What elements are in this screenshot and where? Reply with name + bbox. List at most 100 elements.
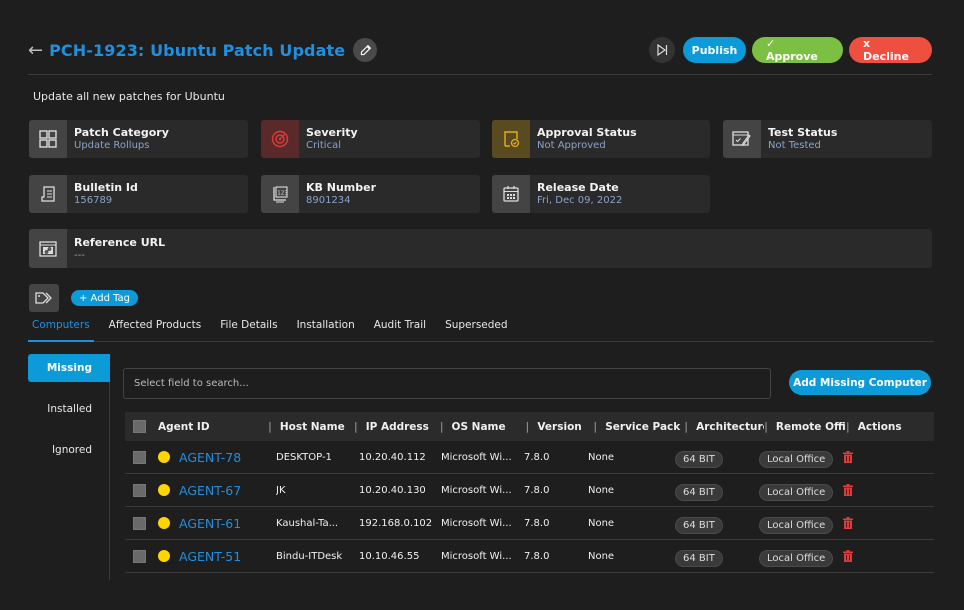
table-row[interactable]: AGENT-61 Kaushal-Ta... 192.168.0.102 Micros… xyxy=(125,507,934,540)
service-pack: None xyxy=(588,517,615,529)
page-title: PCH-1923: Ubuntu Patch Update xyxy=(49,40,346,60)
architecture-badge: 64 BIT xyxy=(675,516,723,534)
agent-cell: AGENT-78 xyxy=(158,450,276,465)
tab-superseded[interactable]: Superseded xyxy=(441,318,511,342)
agent-cell: AGENT-51 xyxy=(158,549,276,564)
agent-id-link[interactable]: AGENT-61 xyxy=(179,516,241,531)
os-name: Microsoft Wi... xyxy=(441,484,512,496)
scroll-icon xyxy=(29,175,67,213)
page-header: ← PCH-1923: Ubuntu Patch Update Publish … xyxy=(28,36,932,64)
row-checkbox[interactable] xyxy=(133,450,146,464)
nav-installed[interactable]: Installed xyxy=(28,395,110,423)
ip-address: 10.20.40.112 xyxy=(359,451,426,463)
status-nav: Missing Installed Ignored xyxy=(28,354,110,580)
add-tag-button[interactable]: + Add Tag xyxy=(71,290,139,306)
tab-audit-trail[interactable]: Audit Trail xyxy=(370,318,430,342)
host-name: DESKTOP-1 xyxy=(276,451,332,463)
decline-button[interactable]: x Decline xyxy=(849,37,932,63)
tab-file-details[interactable]: File Details xyxy=(216,318,281,342)
row-checkbox[interactable] xyxy=(133,549,146,563)
remote-office-cell: Local Office xyxy=(759,447,839,468)
card-value[interactable]: --- xyxy=(74,249,165,262)
version: 7.8.0 xyxy=(524,484,550,496)
card-patch-category: Patch Category Update Rollups xyxy=(29,120,248,158)
col-service-pack[interactable]: Service Pack xyxy=(605,421,684,433)
card-value: Not Tested xyxy=(768,140,821,151)
architecture-badge: 64 BIT xyxy=(675,450,723,468)
delete-button[interactable] xyxy=(843,514,853,533)
detail-tabs: Computers Affected Products File Details… xyxy=(28,318,934,342)
col-architecture[interactable]: Architecture xyxy=(696,421,764,433)
ip-address: 10.10.46.55 xyxy=(359,550,420,562)
trash-icon xyxy=(843,516,853,529)
back-arrow-icon[interactable]: ← xyxy=(28,40,43,61)
card-value: Update Rollups xyxy=(74,140,150,151)
os-name: Microsoft Wi... xyxy=(441,550,512,562)
host-name: Bindu-ITDesk xyxy=(276,550,343,562)
search-input[interactable]: Select field to search... xyxy=(123,368,771,399)
ip-address: 10.20.40.130 xyxy=(359,484,426,496)
add-missing-computer-button[interactable]: Add Missing Computer xyxy=(789,370,931,395)
nav-ignored[interactable]: Ignored xyxy=(28,436,110,464)
remote-office-cell: Local Office xyxy=(759,480,839,501)
col-separator: | xyxy=(593,420,598,433)
col-ip-address[interactable]: IP Address xyxy=(366,421,440,433)
card-approval-status: Approval Status Not Approved xyxy=(492,120,710,158)
version: 7.8.0 xyxy=(524,517,550,529)
service-pack: None xyxy=(588,484,615,496)
approve-button[interactable]: ✓ Approve xyxy=(752,37,843,63)
trash-icon xyxy=(843,450,853,463)
edit-button[interactable] xyxy=(353,38,378,62)
col-actions: Actions xyxy=(857,420,902,433)
tab-computers[interactable]: Computers xyxy=(28,318,94,342)
card-bulletin-id: Bulletin Id 156789 xyxy=(29,175,248,213)
architecture-badge: 64 BIT xyxy=(675,549,723,567)
header-divider xyxy=(28,74,932,75)
col-separator: | xyxy=(439,420,444,433)
col-host-name[interactable]: Host Name xyxy=(280,421,354,433)
book-123-icon: 123 xyxy=(261,175,299,213)
window-pen-icon xyxy=(723,120,761,158)
agent-cell: AGENT-61 xyxy=(158,516,276,531)
status-dot-icon xyxy=(158,451,170,463)
delete-button[interactable] xyxy=(843,448,853,467)
card-label: Approval Status xyxy=(537,126,637,139)
col-remote-office[interactable]: Remote Offi... xyxy=(776,421,846,433)
card-value: Not Approved xyxy=(537,140,606,151)
col-os-name[interactable]: OS Name xyxy=(452,421,526,433)
agent-id-link[interactable]: AGENT-78 xyxy=(179,450,241,465)
trash-icon xyxy=(843,483,853,496)
table-row[interactable]: AGENT-51 Bindu-ITDesk 10.10.46.55 Microsoft… xyxy=(125,540,934,573)
tab-installation[interactable]: Installation xyxy=(293,318,359,342)
svg-text:123: 123 xyxy=(277,191,288,197)
tab-affected-products[interactable]: Affected Products xyxy=(105,318,206,342)
skip-button[interactable] xyxy=(649,37,675,63)
agent-id-link[interactable]: AGENT-51 xyxy=(179,549,241,564)
delete-button[interactable] xyxy=(843,547,853,566)
select-all-checkbox[interactable] xyxy=(133,420,146,433)
table-row[interactable]: AGENT-78 DESKTOP-1 10.20.40.112 Microsoft W… xyxy=(125,441,934,474)
ip-address: 192.168.0.102 xyxy=(359,517,433,529)
row-checkbox[interactable] xyxy=(133,483,146,497)
agent-id-link[interactable]: AGENT-67 xyxy=(179,483,241,498)
card-release-date: Release Date Fri, Dec 09, 2022 xyxy=(492,175,710,213)
status-dot-icon xyxy=(158,517,170,529)
col-version[interactable]: Version xyxy=(537,421,593,433)
delete-button[interactable] xyxy=(843,481,853,500)
card-label: KB Number xyxy=(306,181,376,194)
nav-missing[interactable]: Missing xyxy=(28,354,110,382)
architecture-cell: 64 BIT xyxy=(675,513,759,534)
architecture-badge: 64 BIT xyxy=(675,483,723,501)
calendar-icon xyxy=(492,175,530,213)
table-body: AGENT-78 DESKTOP-1 10.20.40.112 Microsoft W… xyxy=(125,441,934,573)
col-separator: | xyxy=(684,420,689,433)
publish-button[interactable]: Publish xyxy=(683,37,746,63)
card-label: Bulletin Id xyxy=(74,181,138,194)
col-separator: | xyxy=(353,420,358,433)
row-checkbox[interactable] xyxy=(133,516,146,530)
architecture-cell: 64 BIT xyxy=(675,447,759,468)
table-row[interactable]: AGENT-67 JK 10.20.40.130 Microsoft Wi... 7.8… xyxy=(125,474,934,507)
col-agent-id[interactable]: Agent ID xyxy=(158,421,268,433)
doc-check-icon xyxy=(492,120,530,158)
architecture-cell: 64 BIT xyxy=(675,480,759,501)
